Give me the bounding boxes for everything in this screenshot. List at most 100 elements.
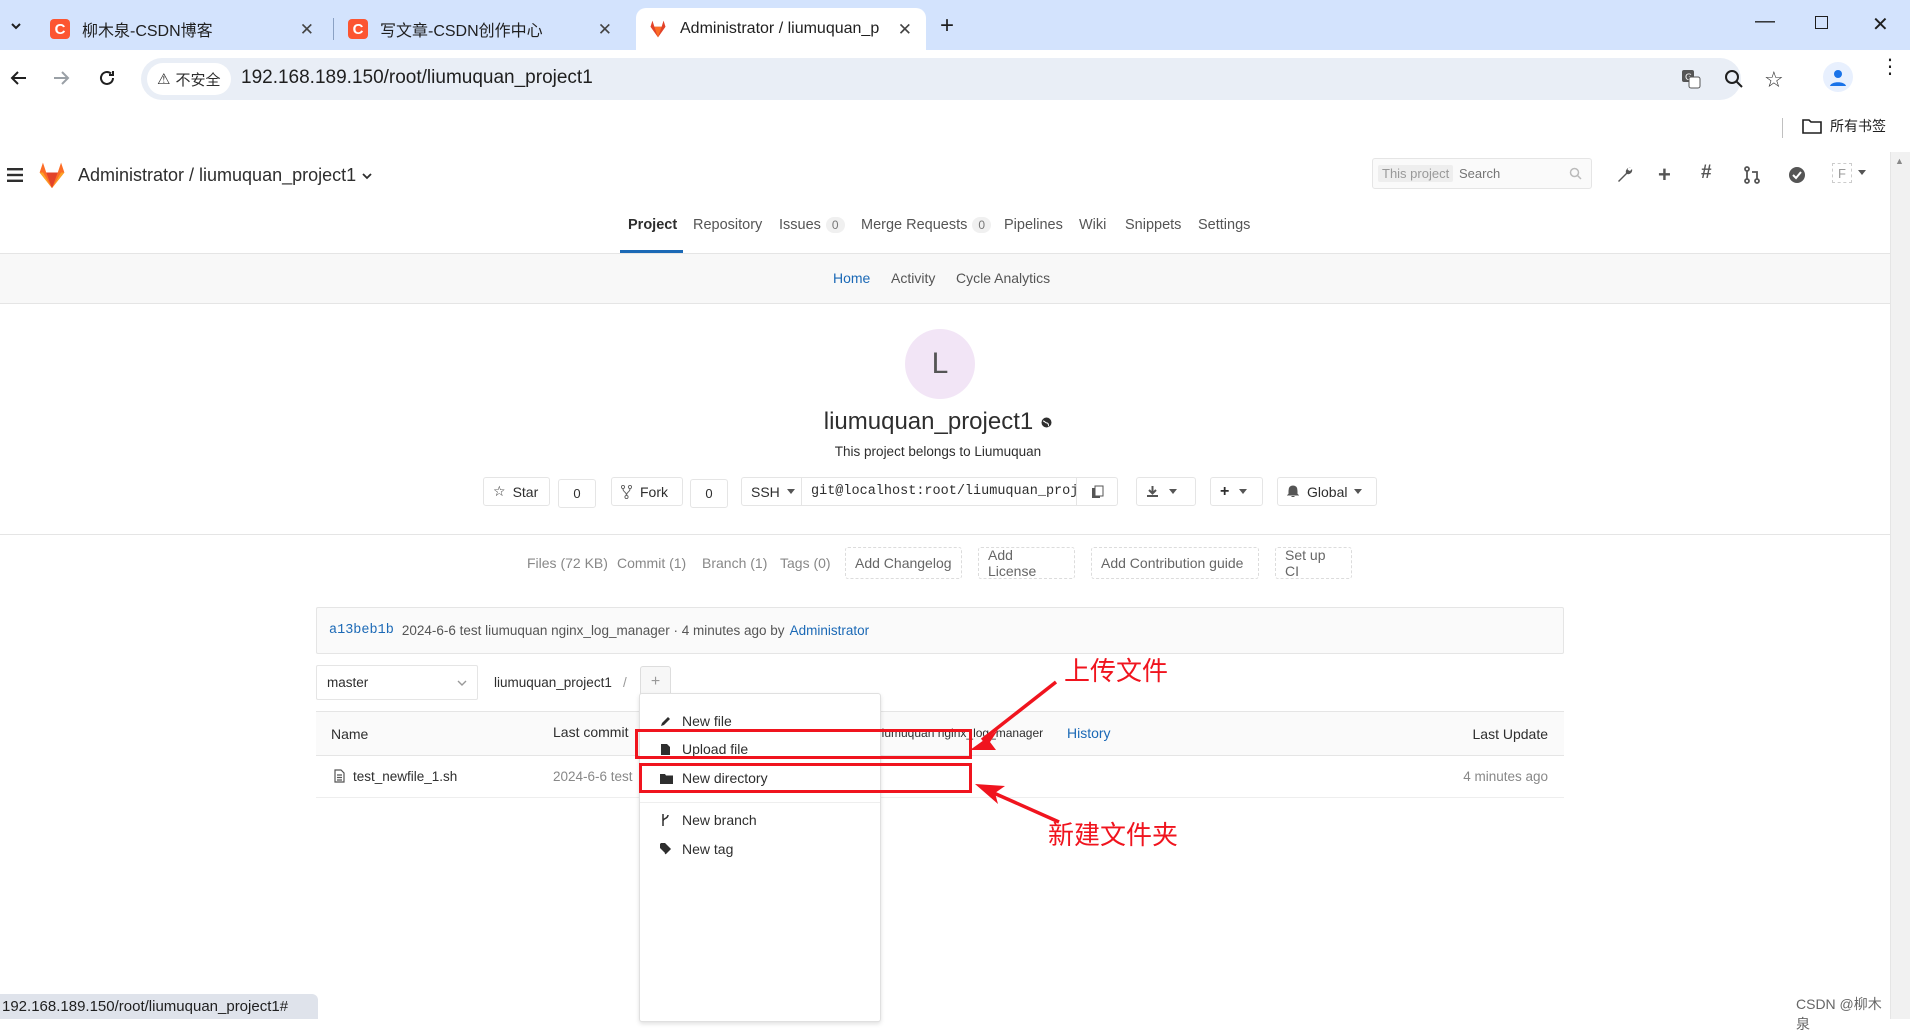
- caret-down-icon: [786, 489, 795, 494]
- caret-down-icon: [1169, 489, 1177, 494]
- zoom-icon[interactable]: [1723, 68, 1745, 90]
- tree-breadcrumb-root[interactable]: liumuquan_project1: [494, 675, 612, 690]
- gitlab-logo-icon[interactable]: [37, 161, 67, 189]
- reload-icon[interactable]: [96, 67, 118, 89]
- file-last-commit[interactable]: 2024-6-6 test: [553, 769, 633, 784]
- subtab-cycle-analytics[interactable]: Cycle Analytics: [956, 270, 1050, 286]
- new-directory-highlight: [639, 763, 972, 793]
- commit-author-link[interactable]: Administrator: [790, 623, 870, 638]
- back-icon[interactable]: [8, 67, 30, 89]
- menu-label: New file: [682, 713, 732, 729]
- minimize-button[interactable]: —: [1755, 10, 1775, 33]
- tab-label: Settings: [1198, 217, 1251, 233]
- browser-tab-gitlab[interactable]: Administrator / liumuquan_p ✕: [636, 8, 926, 50]
- upload-arrow-icon: [970, 680, 1058, 750]
- history-link[interactable]: History: [1067, 725, 1111, 741]
- branches-stat-link[interactable]: Branch (1): [702, 555, 767, 571]
- tab-label: Wiki: [1079, 217, 1107, 233]
- divider: [640, 802, 880, 803]
- setup-ci-button[interactable]: Set up CI: [1275, 547, 1352, 579]
- todo-check-icon[interactable]: [1788, 166, 1806, 184]
- tab-search-button[interactable]: [4, 14, 28, 38]
- window-close-button[interactable]: ✕: [1872, 12, 1889, 37]
- new-tab-button[interactable]: +: [940, 12, 954, 40]
- download-dropdown[interactable]: [1136, 477, 1196, 506]
- tab-issues[interactable]: Issues 0: [779, 217, 845, 233]
- hamburger-icon[interactable]: [7, 168, 23, 182]
- protocol-label: SSH: [751, 483, 780, 500]
- file-name-link[interactable]: test_newfile_1.sh: [353, 769, 457, 784]
- fork-button[interactable]: Fork: [611, 477, 683, 506]
- url-text[interactable]: 192.168.189.150/root/liumuquan_project1: [241, 67, 593, 89]
- branch-icon: [660, 814, 678, 826]
- search-box[interactable]: This project: [1372, 158, 1592, 189]
- translate-icon[interactable]: G: [1681, 69, 1701, 89]
- scroll-up-icon[interactable]: ▲: [1895, 156, 1904, 166]
- bookmarks-bar: 所有书签: [0, 108, 1910, 152]
- clone-url-field[interactable]: git@localhost:root/liumuquan_proj: [801, 477, 1078, 506]
- files-stat-link[interactable]: Files (72 KB): [527, 555, 608, 571]
- hash-icon[interactable]: #: [1701, 162, 1712, 184]
- tab-project[interactable]: Project: [628, 217, 677, 233]
- search-input[interactable]: [1459, 163, 1559, 184]
- caret-down-icon: [1354, 489, 1363, 494]
- download-icon: [1146, 485, 1159, 498]
- subtab-home[interactable]: Home: [833, 270, 870, 286]
- new-tag-menu-item[interactable]: New tag: [640, 835, 880, 863]
- browser-tab-csdn-editor[interactable]: C 写文章-CSDN创作中心 ✕: [336, 8, 626, 50]
- sub-nav: [0, 254, 1890, 304]
- all-bookmarks-button[interactable]: 所有书签: [1802, 116, 1886, 136]
- copy-url-button[interactable]: [1076, 477, 1118, 506]
- clone-protocol-dropdown[interactable]: SSH: [741, 477, 802, 506]
- tab-label: Merge Requests: [861, 217, 968, 233]
- notification-dropdown[interactable]: Global: [1277, 477, 1377, 506]
- fork-icon: [621, 484, 632, 499]
- profile-avatar[interactable]: [1823, 62, 1853, 92]
- tab-settings[interactable]: Settings: [1198, 217, 1250, 233]
- pencil-icon: [660, 715, 678, 727]
- close-icon[interactable]: ✕: [300, 20, 314, 40]
- tab-merge-requests[interactable]: Merge Requests 0: [861, 217, 992, 233]
- add-license-button[interactable]: Add License: [978, 547, 1075, 579]
- plus-icon[interactable]: +: [1658, 162, 1671, 188]
- browser-menu-icon[interactable]: ⋮: [1880, 57, 1900, 77]
- add-contribution-guide-button[interactable]: Add Contribution guide: [1091, 547, 1259, 579]
- star-count[interactable]: 0: [558, 479, 596, 508]
- security-chip[interactable]: ⚠ 不安全: [147, 63, 231, 95]
- commits-stat-link[interactable]: Commit (1): [617, 555, 686, 571]
- new-branch-menu-item[interactable]: New branch: [640, 806, 880, 834]
- tab-wiki[interactable]: Wiki: [1079, 217, 1106, 233]
- add-dropdown[interactable]: +: [1210, 477, 1263, 506]
- tab-repository[interactable]: Repository: [693, 217, 762, 233]
- admin-wrench-icon[interactable]: [1616, 166, 1634, 184]
- chevron-down-icon: [362, 172, 372, 180]
- merge-request-icon[interactable]: [1744, 166, 1760, 184]
- count-badge: 0: [972, 217, 992, 233]
- tab-label: Project: [628, 217, 678, 233]
- browser-tab-csdn-blog[interactable]: C 柳木泉-CSDN博客 ✕: [38, 8, 328, 50]
- folder-icon: [1802, 118, 1822, 134]
- user-menu[interactable]: F: [1832, 163, 1866, 183]
- fork-count[interactable]: 0: [690, 479, 728, 508]
- subtab-activity[interactable]: Activity: [891, 270, 935, 286]
- scrollbar[interactable]: ▲: [1890, 152, 1910, 1019]
- close-icon[interactable]: ✕: [598, 20, 612, 40]
- tab-pipelines[interactable]: Pipelines: [1004, 217, 1063, 233]
- branch-select[interactable]: master: [316, 665, 478, 700]
- commit-sha-link[interactable]: a13beb1b: [329, 623, 394, 638]
- menu-label: New branch: [682, 812, 757, 828]
- address-bar[interactable]: ⚠ 不安全 192.168.189.150/root/liumuquan_pro…: [141, 58, 1784, 100]
- forward-icon[interactable]: [50, 67, 72, 89]
- tab-snippets[interactable]: Snippets: [1125, 217, 1181, 233]
- restore-button[interactable]: [1815, 16, 1828, 29]
- upload-file-highlight: [635, 729, 972, 759]
- user-icon: [1828, 67, 1848, 87]
- search-scope-badge: This project: [1378, 165, 1454, 182]
- add-changelog-button[interactable]: Add Changelog: [845, 547, 962, 579]
- close-icon[interactable]: ✕: [898, 20, 912, 40]
- star-button[interactable]: ☆ Star: [483, 477, 550, 506]
- tab-divider: [333, 18, 334, 40]
- bookmark-star-icon[interactable]: ☆: [1764, 67, 1784, 93]
- project-breadcrumb[interactable]: Administrator / liumuquan_project1: [78, 165, 372, 186]
- tags-stat-link[interactable]: Tags (0): [780, 555, 831, 571]
